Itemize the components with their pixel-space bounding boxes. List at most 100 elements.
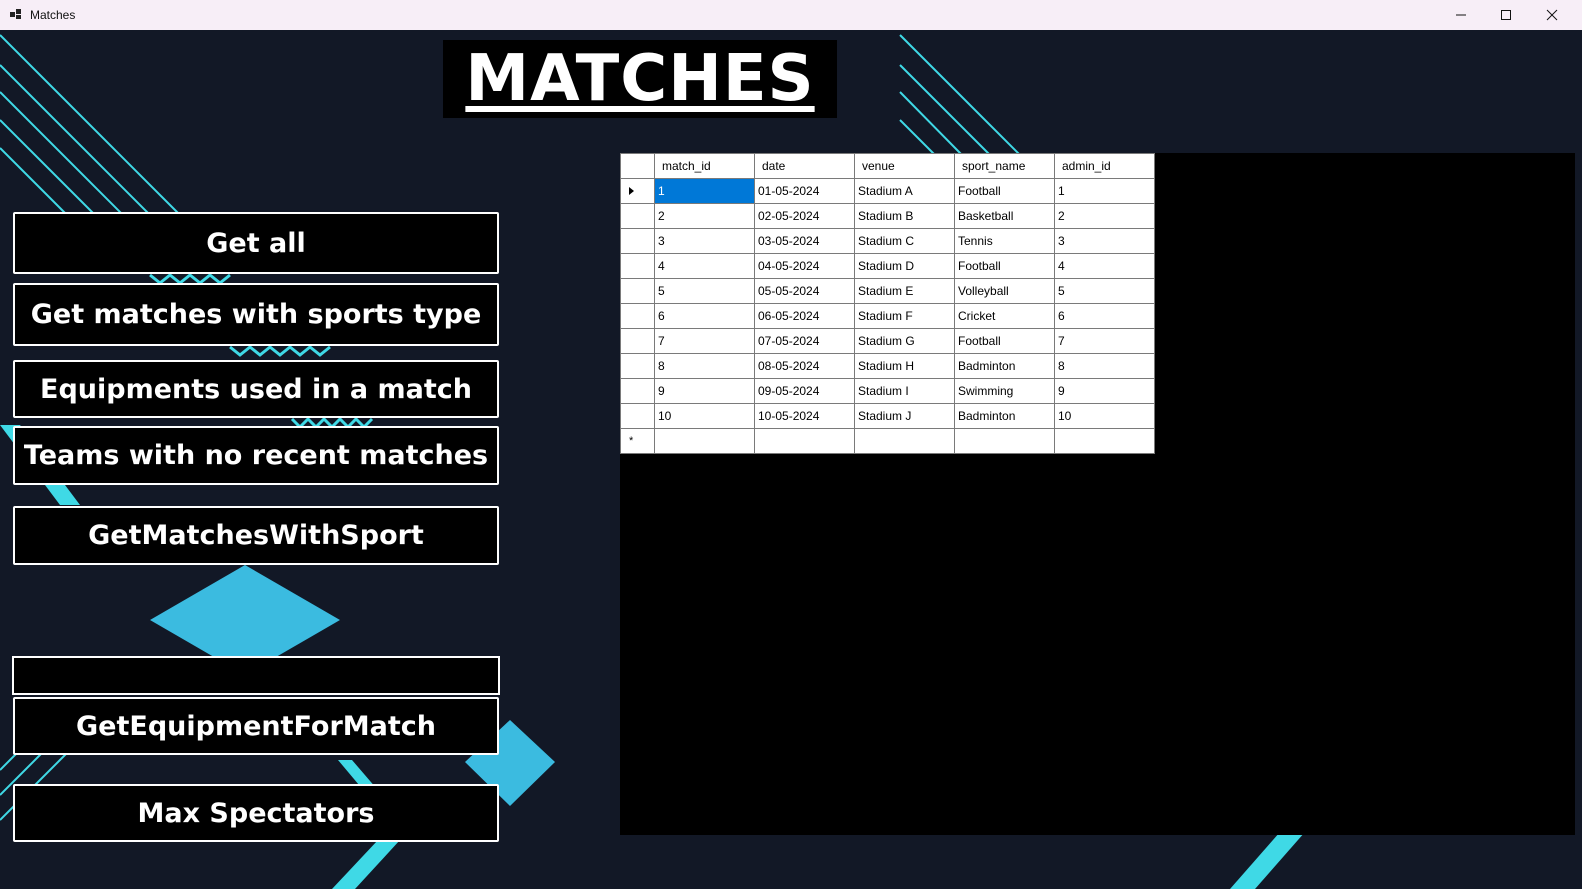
- cell-date[interactable]: 05-05-2024: [754, 278, 855, 304]
- new-row-cell-sport-name[interactable]: [954, 428, 1055, 454]
- cell-date[interactable]: 08-05-2024: [754, 353, 855, 379]
- cell-admin-id[interactable]: 3: [1054, 228, 1155, 254]
- cell-admin-id[interactable]: 1: [1054, 178, 1155, 204]
- column-header-match-id[interactable]: match_id: [654, 153, 755, 179]
- cell-sport-name[interactable]: Basketball: [954, 203, 1055, 229]
- table-row[interactable]: 4 04-05-2024 Stadium D Football 4: [620, 253, 1155, 279]
- new-row-cell-match-id[interactable]: [654, 428, 755, 454]
- maximize-button[interactable]: [1483, 0, 1529, 30]
- get-all-button[interactable]: Get all: [13, 212, 499, 274]
- cell-admin-id[interactable]: 2: [1054, 203, 1155, 229]
- parameter-input[interactable]: [12, 656, 500, 695]
- get-matches-sports-type-button[interactable]: Get matches with sports type: [13, 283, 499, 346]
- data-grid-table[interactable]: match_id date venue sport_name admin_id …: [620, 153, 1155, 454]
- row-header-cell[interactable]: [620, 253, 655, 279]
- column-header-admin-id[interactable]: admin_id: [1054, 153, 1155, 179]
- cell-date[interactable]: 07-05-2024: [754, 328, 855, 354]
- row-header-cell[interactable]: [620, 228, 655, 254]
- cell-venue[interactable]: Stadium A: [854, 178, 955, 204]
- cell-date[interactable]: 03-05-2024: [754, 228, 855, 254]
- column-header-sport-name[interactable]: sport_name: [954, 153, 1055, 179]
- row-header-cell[interactable]: [620, 403, 655, 429]
- cell-match-id[interactable]: 7: [654, 328, 755, 354]
- new-row-cell-date[interactable]: [754, 428, 855, 454]
- cell-match-id[interactable]: 3: [654, 228, 755, 254]
- table-row[interactable]: 7 07-05-2024 Stadium G Football 7: [620, 328, 1155, 354]
- minimize-button[interactable]: [1438, 0, 1484, 30]
- row-header-cell[interactable]: [620, 328, 655, 354]
- cell-match-id[interactable]: 8: [654, 353, 755, 379]
- cell-sport-name[interactable]: Volleyball: [954, 278, 1055, 304]
- cell-sport-name[interactable]: Football: [954, 178, 1055, 204]
- cell-venue[interactable]: Stadium C: [854, 228, 955, 254]
- new-row-cell-admin-id[interactable]: [1054, 428, 1155, 454]
- close-button[interactable]: [1529, 0, 1575, 30]
- cell-date[interactable]: 10-05-2024: [754, 403, 855, 429]
- cell-date[interactable]: 06-05-2024: [754, 303, 855, 329]
- column-header-date[interactable]: date: [754, 153, 855, 179]
- cell-venue[interactable]: Stadium E: [854, 278, 955, 304]
- cell-match-id[interactable]: 2: [654, 203, 755, 229]
- cell-match-id[interactable]: 10: [654, 403, 755, 429]
- cell-match-id[interactable]: 1: [654, 178, 755, 204]
- row-header-cell[interactable]: [620, 353, 655, 379]
- new-row-star-icon: *: [629, 435, 634, 447]
- cell-sport-name[interactable]: Football: [954, 253, 1055, 279]
- cell-match-id[interactable]: 9: [654, 378, 755, 404]
- cell-date[interactable]: 01-05-2024: [754, 178, 855, 204]
- cell-admin-id[interactable]: 4: [1054, 253, 1155, 279]
- table-row[interactable]: 10 10-05-2024 Stadium J Badminton 10: [620, 403, 1155, 429]
- cell-sport-name[interactable]: Cricket: [954, 303, 1055, 329]
- table-row[interactable]: 2 02-05-2024 Stadium B Basketball 2: [620, 203, 1155, 229]
- cell-venue[interactable]: Stadium D: [854, 253, 955, 279]
- cell-admin-id[interactable]: 8: [1054, 353, 1155, 379]
- row-header-cell[interactable]: [620, 378, 655, 404]
- matches-data-grid[interactable]: match_id date venue sport_name admin_id …: [620, 153, 1575, 835]
- cell-venue[interactable]: Stadium J: [854, 403, 955, 429]
- cell-sport-name[interactable]: Football: [954, 328, 1055, 354]
- cell-venue[interactable]: Stadium I: [854, 378, 955, 404]
- cell-admin-id[interactable]: 10: [1054, 403, 1155, 429]
- grid-corner-cell[interactable]: [620, 153, 655, 179]
- teams-no-recent-matches-button[interactable]: Teams with no recent matches: [13, 426, 499, 485]
- cell-sport-name[interactable]: Swimming: [954, 378, 1055, 404]
- cell-date[interactable]: 09-05-2024: [754, 378, 855, 404]
- new-row-cell-venue[interactable]: [854, 428, 955, 454]
- cell-venue[interactable]: Stadium F: [854, 303, 955, 329]
- cell-venue[interactable]: Stadium G: [854, 328, 955, 354]
- cell-sport-name[interactable]: Badminton: [954, 403, 1055, 429]
- maximize-icon: [1501, 10, 1511, 20]
- new-row[interactable]: *: [620, 428, 1155, 454]
- table-row[interactable]: 1 01-05-2024 Stadium A Football 1: [620, 178, 1155, 204]
- table-row[interactable]: 8 08-05-2024 Stadium H Badminton 8: [620, 353, 1155, 379]
- equipments-used-button[interactable]: Equipments used in a match: [13, 360, 499, 418]
- cell-venue[interactable]: Stadium B: [854, 203, 955, 229]
- cell-date[interactable]: 02-05-2024: [754, 203, 855, 229]
- cell-sport-name[interactable]: Badminton: [954, 353, 1055, 379]
- get-equipment-for-match-button[interactable]: GetEquipmentForMatch: [13, 697, 499, 755]
- row-header-cell[interactable]: [620, 303, 655, 329]
- column-header-venue[interactable]: venue: [854, 153, 955, 179]
- cell-admin-id[interactable]: 7: [1054, 328, 1155, 354]
- row-header-cell[interactable]: [620, 178, 655, 204]
- minimize-icon: [1456, 14, 1466, 16]
- table-row[interactable]: 5 05-05-2024 Stadium E Volleyball 5: [620, 278, 1155, 304]
- table-row[interactable]: 9 09-05-2024 Stadium I Swimming 9: [620, 378, 1155, 404]
- table-row[interactable]: 3 03-05-2024 Stadium C Tennis 3: [620, 228, 1155, 254]
- row-header-cell[interactable]: [620, 203, 655, 229]
- cell-match-id[interactable]: 5: [654, 278, 755, 304]
- cell-date[interactable]: 04-05-2024: [754, 253, 855, 279]
- cell-venue[interactable]: Stadium H: [854, 353, 955, 379]
- get-matches-with-sport-button[interactable]: GetMatchesWithSport: [13, 506, 499, 565]
- cell-admin-id[interactable]: 6: [1054, 303, 1155, 329]
- cell-admin-id[interactable]: 5: [1054, 278, 1155, 304]
- cell-match-id[interactable]: 4: [654, 253, 755, 279]
- cell-sport-name[interactable]: Tennis: [954, 228, 1055, 254]
- row-header-cell[interactable]: *: [620, 428, 655, 454]
- cell-admin-id[interactable]: 9: [1054, 378, 1155, 404]
- max-spectators-button[interactable]: Max Spectators: [13, 784, 499, 842]
- app-icon: [10, 9, 21, 19]
- row-header-cell[interactable]: [620, 278, 655, 304]
- table-row[interactable]: 6 06-05-2024 Stadium F Cricket 6: [620, 303, 1155, 329]
- cell-match-id[interactable]: 6: [654, 303, 755, 329]
